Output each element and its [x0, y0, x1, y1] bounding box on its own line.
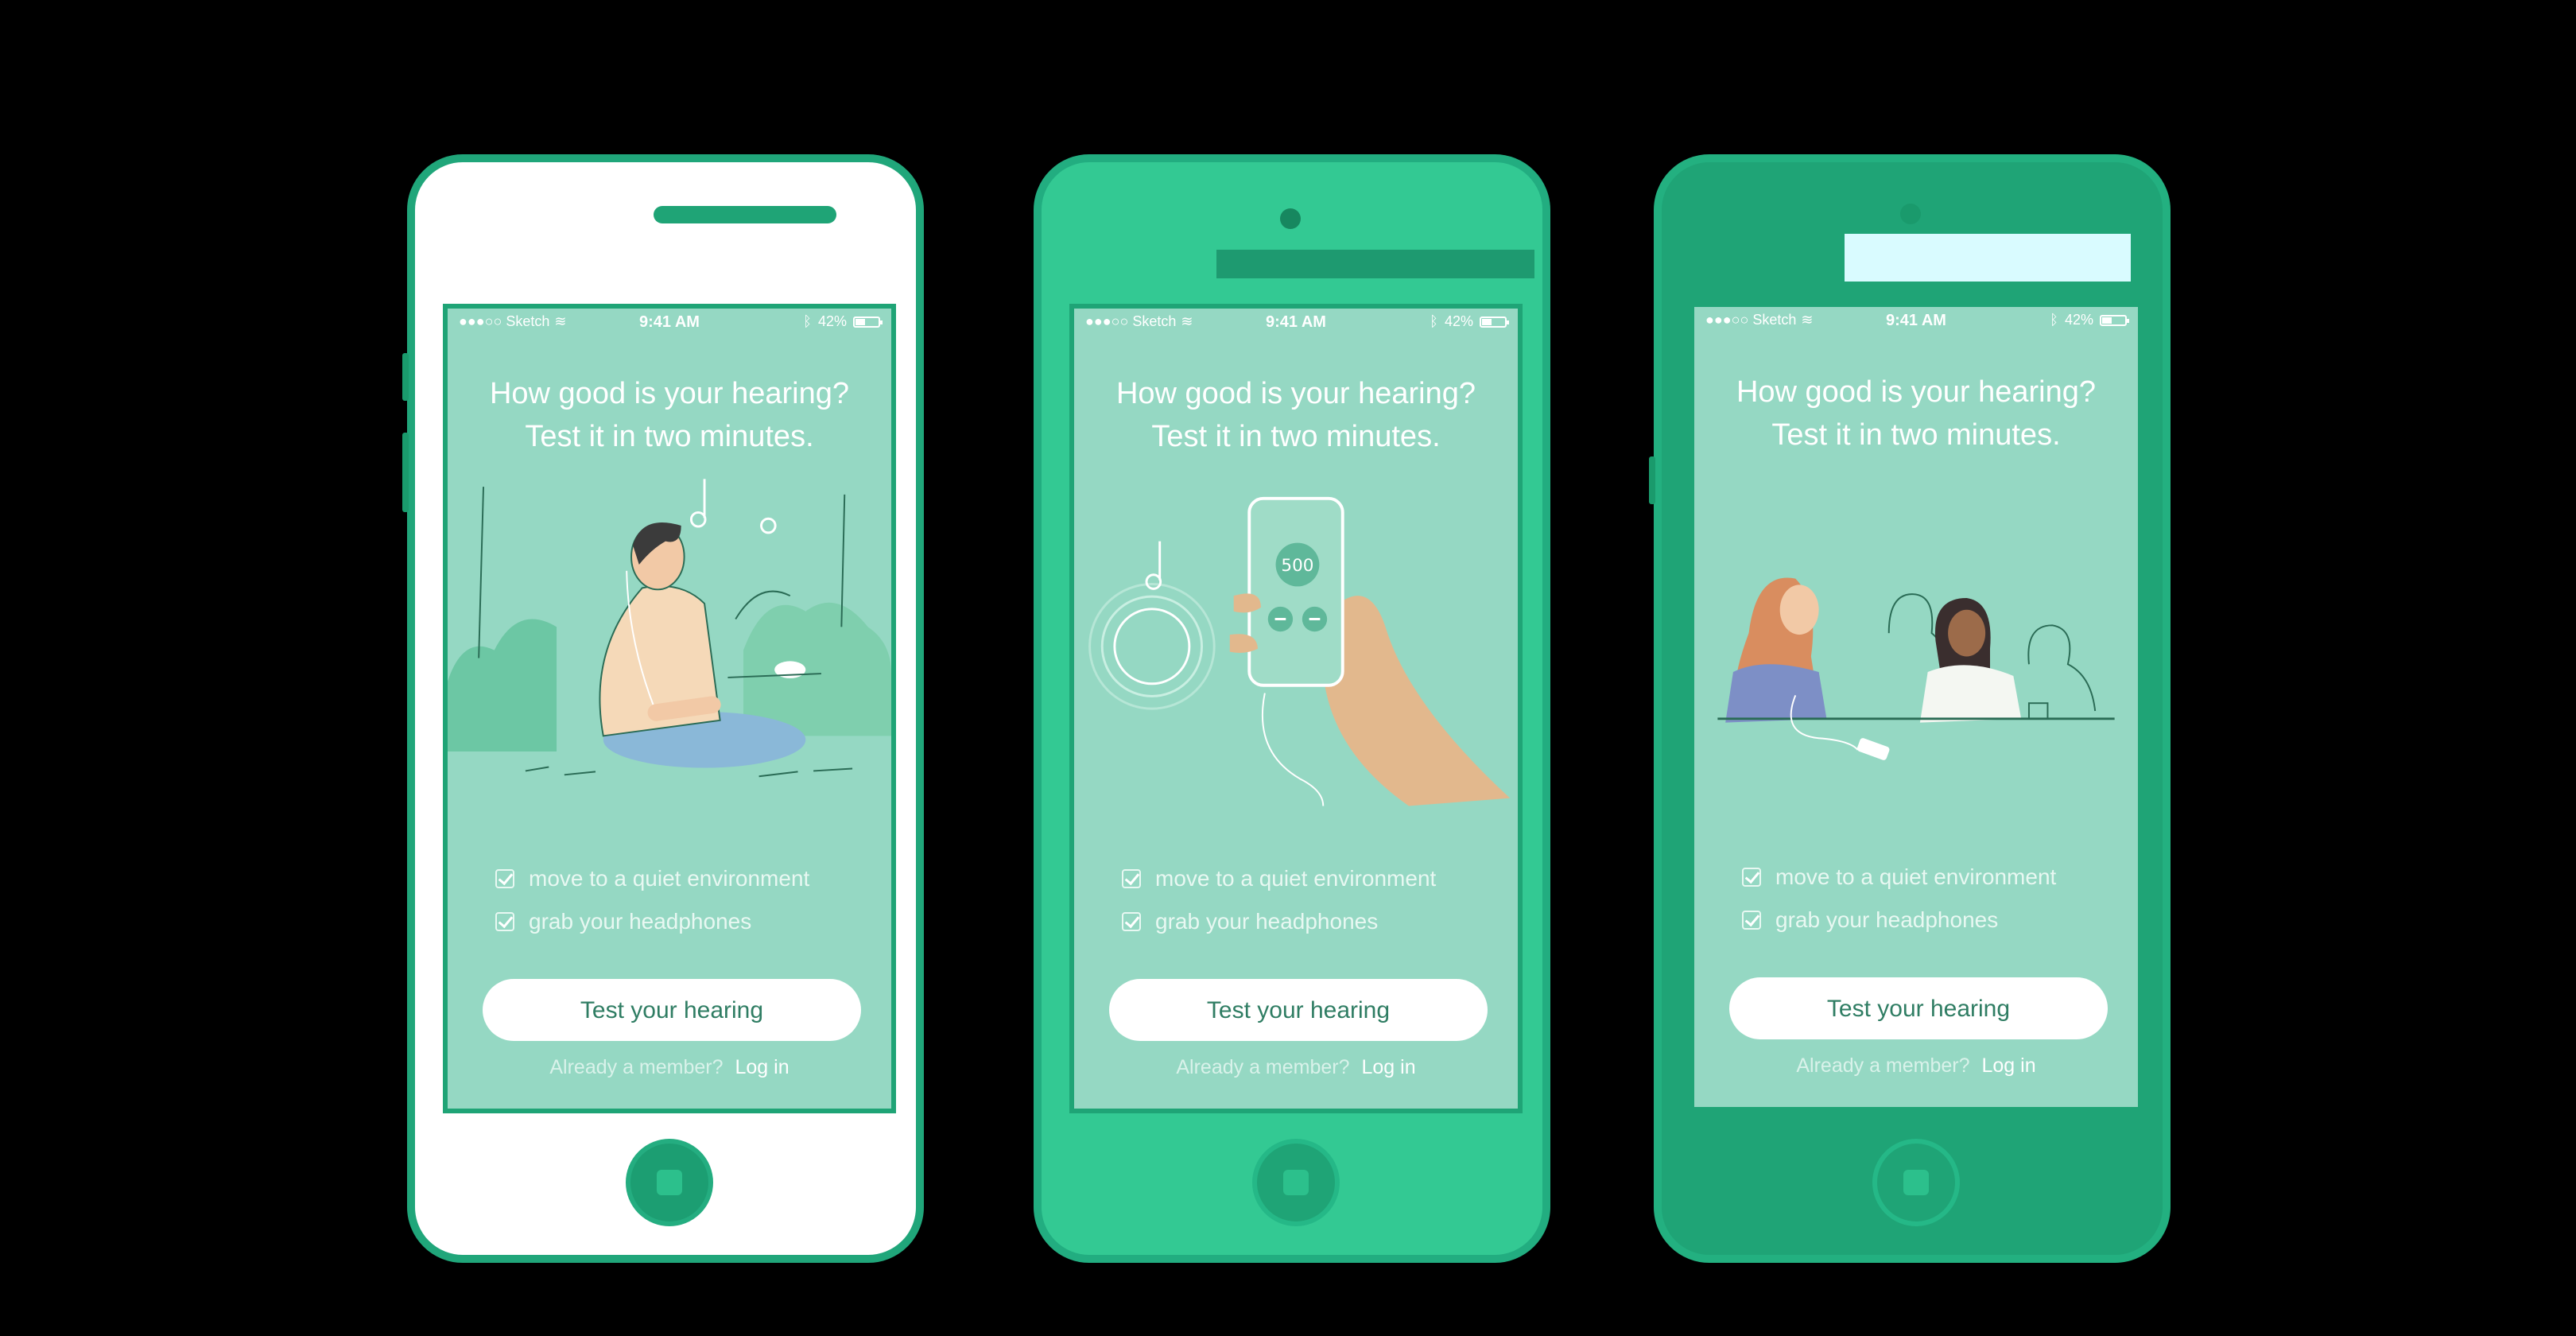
login-link[interactable]: Log in	[735, 1056, 789, 1078]
phone-screen: ●●●○○ Sketch ≋ 9:41 AM ᛒ 42% How good is…	[1690, 302, 2143, 1112]
checklist-item: move to a quiet environment	[1122, 857, 1436, 900]
home-button	[626, 1139, 713, 1226]
headline-line-2: Test it in two minutes.	[1151, 420, 1441, 453]
phone-mockup-3: ●●●○○ Sketch ≋ 9:41 AM ᛒ 42% How good is…	[1649, 154, 2171, 1263]
checklist: move to a quiet environment grab your he…	[495, 857, 809, 943]
mockup-stage: ●●●○○ Sketch ≋ 9:41 AM ᛒ 42% How good is…	[0, 0, 2576, 1336]
checklist-item: move to a quiet environment	[495, 857, 809, 900]
battery-icon	[1480, 316, 1509, 328]
phone-mockup-1: ●●●○○ Sketch ≋ 9:41 AM ᛒ 42% How good is…	[402, 154, 924, 1263]
headline-line-1: How good is your hearing?	[489, 377, 850, 410]
mute-switch	[402, 353, 409, 401]
checklist: move to a quiet environment grab your he…	[1742, 856, 2056, 942]
battery-icon	[853, 316, 883, 328]
checklist-item: move to a quiet environment	[1742, 856, 2056, 899]
status-bar: ●●●○○ Sketch ≋ 9:41 AM ᛒ 42%	[1694, 307, 2138, 331]
checkbox-icon	[1122, 912, 1141, 931]
login-prompt: Already a member? Log in	[448, 1056, 891, 1079]
headline-line-1: How good is your hearing?	[1115, 377, 1476, 410]
speaker-slot	[1216, 250, 1534, 278]
status-bar: ●●●○○ Sketch ≋ 9:41 AM ᛒ 42%	[1074, 309, 1518, 332]
home-button	[1252, 1139, 1340, 1226]
login-link[interactable]: Log in	[1981, 1054, 2035, 1077]
checklist-item-label: move to a quiet environment	[1775, 864, 2057, 889]
headline: How good is your hearing? Test it in two…	[1074, 372, 1518, 458]
bluetooth-icon: ᛒ	[2050, 312, 2058, 328]
checklist-item-label: grab your headphones	[1775, 907, 1999, 932]
battery-percent: 42%	[817, 313, 847, 329]
hand-phone-illustration: 500	[1088, 496, 1511, 806]
battery-icon	[2100, 314, 2129, 326]
speaker-slot	[1845, 234, 2131, 282]
checklist-item-label: move to a quiet environment	[529, 866, 810, 891]
volume-button	[1649, 456, 1655, 504]
checklist-item-label: grab your headphones	[1155, 909, 1379, 934]
login-prompt: Already a member? Log in	[1694, 1054, 2138, 1078]
login-prompt-text: Already a member?	[1796, 1054, 1970, 1077]
test-hearing-button[interactable]: Test your hearing	[1109, 979, 1488, 1041]
headline: How good is your hearing? Test it in two…	[448, 372, 891, 458]
checkbox-icon	[1742, 911, 1761, 930]
checklist: move to a quiet environment grab your he…	[1122, 857, 1436, 943]
camera-dot	[1900, 204, 1921, 224]
headline: How good is your hearing? Test it in two…	[1694, 371, 2138, 456]
login-prompt-text: Already a member?	[549, 1056, 724, 1078]
headline-line-2: Test it in two minutes.	[1771, 418, 2061, 452]
checkbox-icon	[1122, 869, 1141, 888]
checklist-item: grab your headphones	[1122, 900, 1436, 943]
battery-percent: 42%	[1444, 313, 1473, 329]
battery-percent: 42%	[2064, 312, 2093, 328]
checklist-item-label: grab your headphones	[529, 909, 752, 934]
frequency-label: 500	[1281, 556, 1313, 576]
phone-mockup-2: ●●●○○ Sketch ≋ 9:41 AM ᛒ 42% How good is…	[1034, 154, 1550, 1263]
checkbox-icon	[495, 912, 514, 931]
test-hearing-button[interactable]: Test your hearing	[1729, 977, 2108, 1039]
test-hearing-button[interactable]: Test your hearing	[483, 979, 861, 1041]
speaker-slot	[654, 206, 836, 223]
phone-screen: ●●●○○ Sketch ≋ 9:41 AM ᛒ 42% How good is…	[443, 304, 896, 1113]
login-link[interactable]: Log in	[1361, 1056, 1415, 1078]
checklist-item: grab your headphones	[1742, 899, 2056, 942]
status-bar: ●●●○○ Sketch ≋ 9:41 AM ᛒ 42%	[448, 309, 891, 332]
bluetooth-icon: ᛒ	[803, 313, 812, 329]
camera-dot	[1280, 208, 1301, 229]
bluetooth-icon: ᛒ	[1430, 313, 1438, 329]
checkbox-icon	[1742, 868, 1761, 887]
checkbox-icon	[495, 869, 514, 888]
home-button	[1872, 1139, 1960, 1226]
headline-line-1: How good is your hearing?	[1736, 375, 2097, 409]
two-women-illustration	[1717, 577, 2115, 760]
man-listening-illustration	[448, 479, 891, 778]
checklist-item-label: move to a quiet environment	[1155, 866, 1437, 891]
headline-line-2: Test it in two minutes.	[525, 420, 814, 453]
phone-screen: ●●●○○ Sketch ≋ 9:41 AM ᛒ 42% How good is…	[1069, 304, 1523, 1113]
volume-button	[402, 433, 409, 512]
login-prompt-text: Already a member?	[1176, 1056, 1350, 1078]
checklist-item: grab your headphones	[495, 900, 809, 943]
login-prompt: Already a member? Log in	[1074, 1056, 1518, 1079]
